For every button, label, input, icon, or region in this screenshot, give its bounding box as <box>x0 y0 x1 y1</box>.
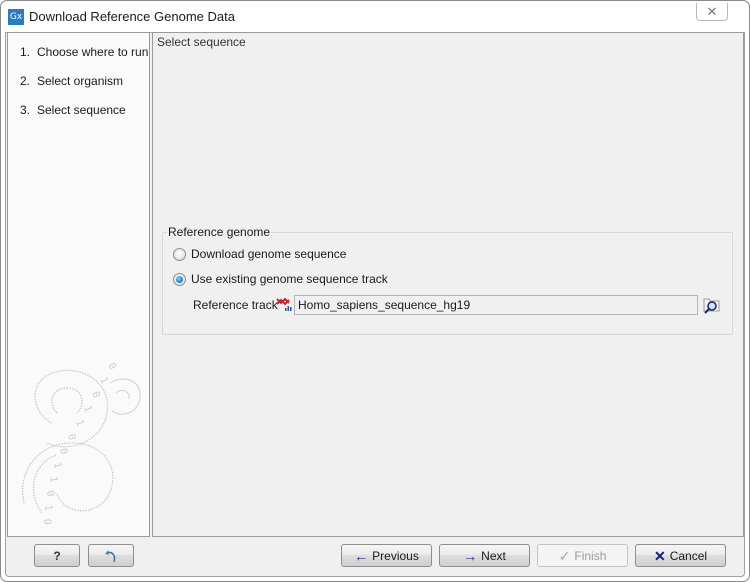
decorative-swirl-logo: 0 1 0 1 1 0 0 1 1 0 1 0 <box>22 361 141 525</box>
svg-text:1: 1 <box>42 504 54 511</box>
arrow-right-icon: → <box>463 547 478 564</box>
step-select-organism: 2. Select organism <box>20 74 123 88</box>
svg-text:1: 1 <box>97 376 110 386</box>
page-title: Select sequence <box>157 35 246 49</box>
steps-panel: 1. Choose where to run 2. Select organism … <box>7 32 150 537</box>
undo-arrow-icon <box>105 549 116 562</box>
svg-text:0: 0 <box>57 447 69 456</box>
browse-folder-icon[interactable] <box>701 295 721 315</box>
app-icon: Gx <box>8 9 24 25</box>
svg-text:0: 0 <box>41 518 52 525</box>
sequence-track-icon <box>276 297 292 311</box>
reference-track-label: Reference track <box>193 298 278 312</box>
content-panel: Select sequence Reference genome Downloa… <box>152 32 744 537</box>
step-number: 3. <box>20 103 31 117</box>
svg-text:0: 0 <box>105 361 118 372</box>
step-label: Select sequence <box>37 103 126 117</box>
finish-button[interactable]: ✓ Finish <box>537 544 628 567</box>
close-icon: ✕ <box>706 4 718 19</box>
svg-text:1: 1 <box>51 461 63 469</box>
arrow-left-icon: ← <box>354 547 369 564</box>
step-select-sequence: 3. Select sequence <box>20 103 126 117</box>
previous-label: Previous <box>372 548 419 563</box>
step-choose-where-to-run: 1. Choose where to run <box>20 45 148 59</box>
download-genome-radio[interactable] <box>173 247 186 261</box>
step-label: Choose where to run <box>37 45 149 59</box>
svg-text:0: 0 <box>65 433 77 442</box>
finish-label: Finish <box>574 548 607 563</box>
svg-text:1: 1 <box>47 476 59 484</box>
title-bar: Gx Download Reference Genome Data ✕ <box>1 1 749 32</box>
cancel-label: Cancel <box>669 548 708 563</box>
window-title: Download Reference Genome Data <box>29 9 235 24</box>
next-label: Next <box>481 548 506 563</box>
use-existing-track-option[interactable]: Use existing genome sequence track <box>173 272 388 286</box>
group-title: Reference genome <box>167 225 272 239</box>
help-icon: ? <box>53 548 61 563</box>
checkmark-icon: ✓ <box>558 547 571 564</box>
close-button[interactable]: ✕ <box>696 3 728 21</box>
cancel-button[interactable]: ✕ Cancel <box>635 544 726 567</box>
download-genome-label: Download genome sequence <box>191 247 347 261</box>
use-existing-track-radio[interactable] <box>173 272 186 286</box>
step-number: 2. <box>20 74 31 88</box>
reset-button[interactable] <box>88 544 134 567</box>
svg-text:0: 0 <box>44 490 56 498</box>
reference-track-field[interactable]: Homo_sapiens_sequence_hg19 <box>294 295 698 315</box>
help-button[interactable]: ? <box>34 544 80 567</box>
step-label: Select organism <box>37 74 124 88</box>
dialog-window: Gx Download Reference Genome Data ✕ 1. Ch… <box>0 0 750 582</box>
next-button[interactable]: → Next <box>439 544 530 567</box>
use-existing-track-label: Use existing genome sequence track <box>191 272 388 286</box>
cancel-x-icon: ✕ <box>653 547 666 564</box>
step-number: 1. <box>20 45 31 59</box>
download-genome-option[interactable]: Download genome sequence <box>173 247 346 261</box>
svg-text:1: 1 <box>73 419 85 428</box>
svg-text:1: 1 <box>81 404 93 413</box>
reference-genome-group: Reference genome Download genome sequenc… <box>162 225 733 335</box>
svg-text:0: 0 <box>89 390 101 400</box>
previous-button[interactable]: ← Previous <box>341 544 432 567</box>
